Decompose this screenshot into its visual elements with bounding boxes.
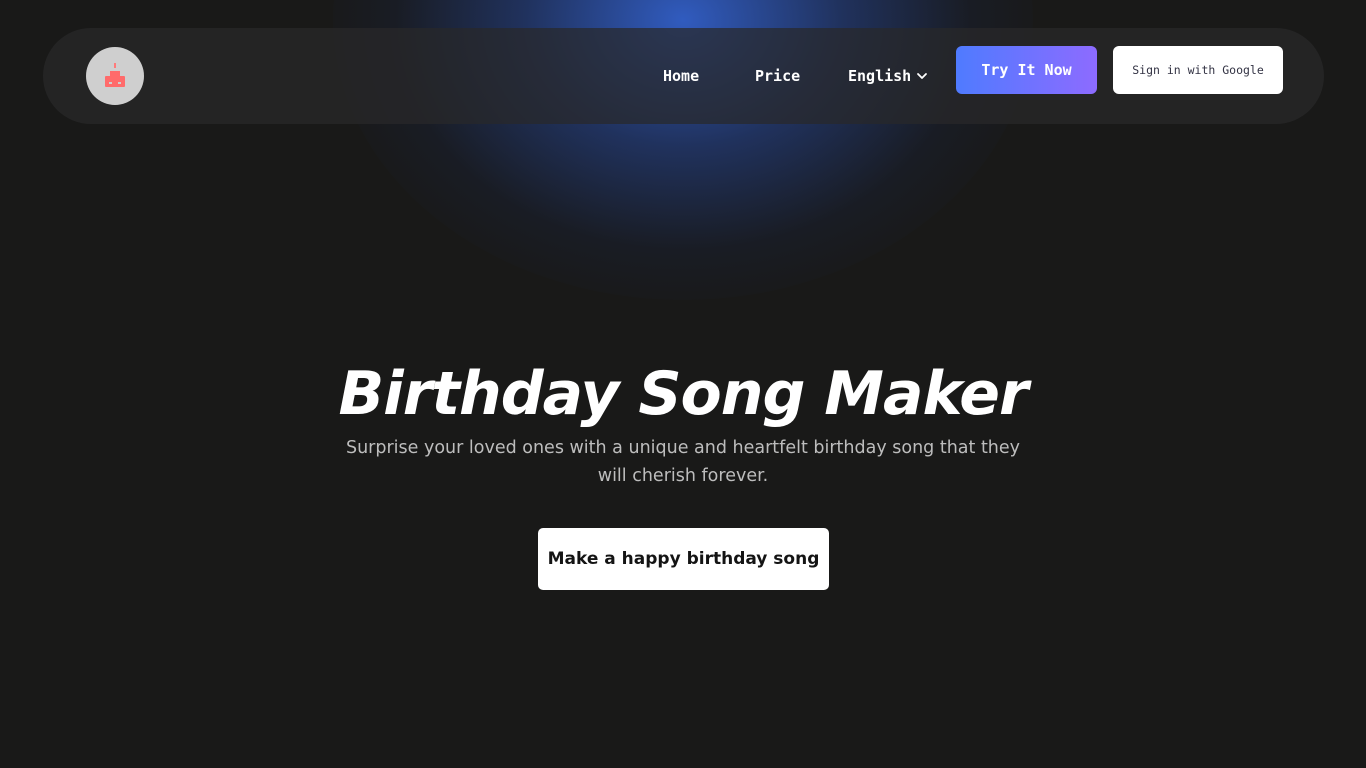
birthday-cake-icon [105, 63, 125, 87]
hero-title: Birthday Song Maker [338, 359, 1028, 429]
try-it-now-button[interactable]: Try It Now [956, 46, 1097, 94]
nav-price-link[interactable]: Price [755, 64, 800, 88]
sign-in-google-button[interactable]: Sign in with Google [1113, 46, 1283, 94]
language-selector[interactable]: English [848, 64, 928, 88]
logo[interactable] [86, 47, 144, 105]
navbar: Home Price English Try It Now Sign in wi… [43, 28, 1324, 124]
hero-subtitle: Surprise your loved ones with a unique a… [345, 438, 1021, 486]
make-song-button[interactable]: Make a happy birthday song [538, 528, 829, 590]
nav-home-link[interactable]: Home [663, 64, 699, 88]
language-label: English [848, 67, 912, 85]
chevron-down-icon [917, 73, 928, 79]
